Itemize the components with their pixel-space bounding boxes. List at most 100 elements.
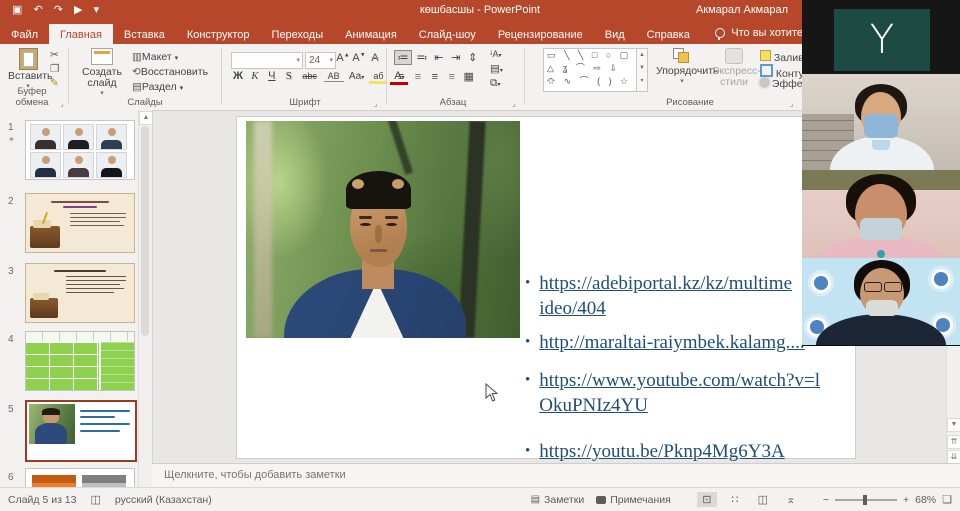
previous-slide-button[interactable]: ⇈ [947,435,960,449]
hyperlink-1[interactable]: • https://adebiportal.kz/kz/multimeideo/… [525,271,847,321]
scrollbar-thumb[interactable] [141,126,149,336]
participant-tile-3[interactable] [802,170,960,259]
decrease-indent-button[interactable]: ⇤ [432,51,446,64]
slide-thumbnail-1[interactable] [25,120,135,180]
reading-view-button[interactable]: ◫ [753,492,773,507]
cut-icon[interactable]: ✂ [50,49,59,63]
strikethrough-button[interactable]: abc [299,71,321,81]
increase-indent-button[interactable]: ⇥ [449,51,463,64]
tree-trunk-dark [458,121,485,338]
numbering-button[interactable]: ≕ [415,51,429,64]
thumbnail-scrollbar[interactable]: ▲ [138,110,152,487]
language-indicator[interactable]: русский (Казахстан) [115,494,212,506]
scroll-down-button[interactable]: ▼ [947,418,960,432]
align-left-button[interactable]: ≡ [394,71,408,83]
copy-icon[interactable]: ❐ [50,63,59,77]
paragraph-dialog-launcher[interactable]: ⌟ [512,99,516,108]
zoom-slider[interactable] [835,499,897,501]
font-dialog-launcher[interactable]: ⌟ [374,99,378,108]
fit-to-window-icon[interactable]: ❏ [942,493,952,506]
zoom-percentage[interactable]: 68% [915,494,936,506]
quick-styles-icon [725,48,743,64]
text-shadow-button[interactable]: S [282,70,296,82]
notes-placeholder[interactable]: Щелкните, чтобы добавить заметки [152,464,960,481]
participant-tile-avatar[interactable]: Y [802,0,960,75]
group-label-font: Шрифт [255,97,355,108]
participant-tile-4[interactable] [802,258,960,346]
tab-view[interactable]: Вид [594,24,636,46]
thumb-number-1: 1 [8,122,14,133]
slide-sorter-view-button[interactable]: ∷ [725,492,745,507]
tab-review[interactable]: Рецензирование [487,24,594,46]
next-slide-button[interactable]: ⇊ [947,450,960,464]
italic-button[interactable]: К [248,70,262,82]
section-button[interactable]: ▤ Раздел ▾ [132,81,208,96]
clipboard-dialog-launcher[interactable]: ⌟ [60,99,64,108]
hyperlink-2[interactable]: • http://maraltai-raiymbek.kalamg.... [525,330,847,355]
slide-photo[interactable] [246,121,520,338]
drawing-dialog-launcher[interactable]: ⌟ [790,99,794,108]
tab-transitions[interactable]: Переходы [261,24,335,46]
slide-position[interactable]: Слайд 5 из 13 [8,494,77,506]
video-call-strip: Y [802,0,960,345]
slideshow-view-button[interactable]: ⌅ [781,492,801,507]
tab-animations[interactable]: Анимация [334,24,408,46]
normal-view-button[interactable]: ⊡ [697,492,717,507]
status-bar: Слайд 5 из 13 ◫ русский (Казахстан) ▤Зам… [0,487,960,511]
animation-star-icon: ✶ [8,135,15,144]
tab-file[interactable]: Файл [0,24,49,46]
zoom-out-button[interactable]: − [823,494,829,506]
slide-thumbnail-3[interactable] [25,263,135,323]
account-name[interactable]: Акмарал Акмарал [696,4,788,16]
notes-toggle[interactable]: ▤Заметки [531,494,585,506]
tab-home[interactable]: Главная [49,24,113,46]
hyperlink-4[interactable]: • https://youtu.be/Pknp4Mg6Y3A [525,439,847,464]
hyperlink-3[interactable]: • https://www.youtube.com/watch?v=lOkuPN… [525,368,847,418]
grow-font-button[interactable]: А▲ [336,52,350,64]
shapes-gallery[interactable]: ▭ ╲ ╲ □ ○ ▢ △ ʓ ⌒ ⇨ ⇩ ◠ ☆ ∿ ⌒ ( ) ☆ [543,48,637,92]
font-name-combo[interactable]: ▾ [231,52,303,69]
comments-toggle[interactable]: Примечания [596,494,671,506]
view-switcher: ⊡ ∷ ◫ ⌅ [697,492,801,507]
tab-help[interactable]: Справка [636,24,701,46]
notes-pane[interactable]: Щелкните, чтобы добавить заметки [152,463,960,488]
slide-thumbnail-6[interactable] [25,468,135,487]
align-text-button[interactable]: ▤▾ [490,63,520,77]
text-direction-button[interactable]: ꜟА▾ [490,49,520,63]
slide-thumbnail-4[interactable] [25,331,135,391]
columns-button[interactable]: ▦ [462,70,476,83]
underline-button[interactable]: Ч [265,70,279,82]
zoom-slider-thumb[interactable] [863,495,867,505]
change-case-button[interactable]: Аа▾ [347,71,367,82]
align-justify-button[interactable]: ≡ [445,71,459,83]
tab-design[interactable]: Конструктор [176,24,261,46]
participant-tile-2[interactable] [802,74,960,171]
reset-button[interactable]: ⟲ Восстановить [132,66,208,81]
arrange-button[interactable]: Упорядочить ▾ [656,48,708,85]
quick-styles-button[interactable]: Экспресс- стили [712,48,756,88]
bold-button[interactable]: Ж [231,70,245,82]
font-size-combo[interactable]: ▾24 [305,52,336,69]
slide-canvas[interactable]: • https://adebiportal.kz/kz/multimeideo/… [237,117,855,458]
tab-insert[interactable]: Вставка [113,24,176,46]
clear-formatting-button[interactable]: А [368,52,382,64]
line-spacing-button[interactable]: ⇕ [466,51,480,64]
slide-thumbnail-5-current[interactable] [25,400,137,462]
slide-thumbnail-2[interactable] [25,193,135,253]
tab-slideshow[interactable]: Слайд-шоу [408,24,487,46]
align-right-button[interactable]: ≡ [428,71,442,83]
shrink-font-button[interactable]: А▼ [352,52,366,64]
highlight-color-button[interactable]: аб [369,71,387,84]
new-slide-button[interactable]: Создать слайд ▾ [76,48,128,97]
bullets-button[interactable]: ≔ [394,50,412,65]
person4-mask-chin [866,300,898,316]
spellcheck-icon[interactable]: ◫ [91,493,101,506]
scroll-up-button[interactable]: ▲ [139,111,153,125]
layout-button[interactable]: ▥ Макет ▾ [132,51,208,66]
convert-smartart-button[interactable]: ⧉▾ [490,77,520,91]
zoom-in-button[interactable]: + [903,494,909,506]
paste-button[interactable]: Вставить ▾ [8,48,48,90]
character-spacing-button[interactable]: АВ [324,71,344,82]
shapes-gallery-scroll[interactable]: ▲▼▾ [637,48,648,92]
align-center-button[interactable]: ≡ [411,71,425,83]
